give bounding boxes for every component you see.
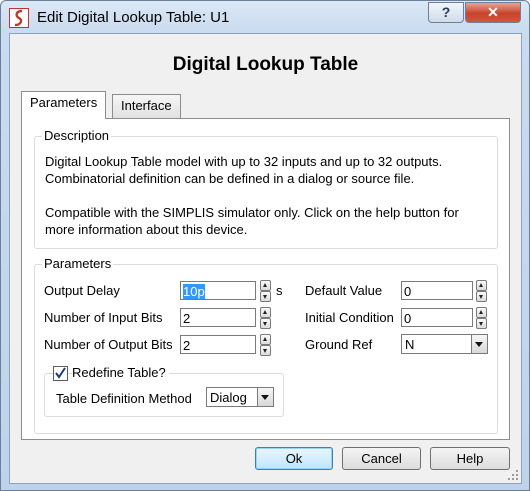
chevron-down-icon[interactable]: [471, 335, 487, 353]
redefine-table-group: Redefine Table? Table Definition Method …: [44, 365, 284, 417]
output-delay-input[interactable]: 10p: [180, 281, 256, 300]
ground-ref-select[interactable]: N: [401, 334, 488, 354]
input-bits-spinner[interactable]: [260, 307, 271, 329]
default-value-label: Default Value: [305, 283, 383, 298]
description-legend: Description: [42, 128, 112, 143]
output-bits-label: Number of Output Bits: [44, 337, 173, 352]
output-delay-unit: s: [276, 283, 283, 298]
dialog-window: Edit Digital Lookup Table: U1 ? ✕ Digita…: [0, 0, 530, 491]
tab-parameters[interactable]: Parameters: [21, 91, 107, 119]
tab-interface[interactable]: Interface: [112, 94, 181, 119]
output-bits-input[interactable]: 2: [180, 335, 256, 354]
redefine-table-checkbox[interactable]: [53, 366, 68, 381]
initial-condition-input[interactable]: 0: [401, 308, 473, 327]
initial-condition-label: Initial Condition: [305, 310, 394, 325]
description-line-2: Combinatorial definition can be defined …: [45, 171, 415, 186]
default-value-input[interactable]: 0: [401, 281, 473, 300]
description-line-4: Compatible with the SIMPLIS simulator on…: [45, 205, 459, 220]
parameters-legend: Parameters: [42, 256, 114, 271]
initial-condition-spinner[interactable]: [476, 307, 487, 329]
description-group: Description Digital Lookup Table model w…: [34, 128, 498, 249]
ground-ref-value: N: [405, 337, 415, 352]
simetrix-app-icon: [9, 8, 29, 28]
ground-ref-label: Ground Ref: [305, 337, 373, 352]
output-bits-spinner[interactable]: [260, 334, 271, 356]
resize-grip-icon[interactable]: [507, 469, 519, 481]
input-bits-input[interactable]: 2: [180, 308, 256, 327]
output-delay-label: Output Delay: [44, 283, 120, 298]
description-line-1: Digital Lookup Table model with up to 32…: [45, 154, 443, 169]
parameters-group: Parameters Output Delay 10p s Number of …: [34, 256, 498, 434]
cancel-button[interactable]: Cancel: [342, 447, 421, 470]
dialog-client-area: Digital Lookup Table Parameters Interfac…: [9, 33, 522, 484]
table-definition-method-label: Table Definition Method: [56, 391, 192, 406]
help-button[interactable]: Help: [430, 447, 510, 470]
output-delay-spinner[interactable]: [260, 280, 271, 302]
title-help-button[interactable]: ?: [428, 2, 464, 23]
ok-button[interactable]: Ok: [255, 447, 333, 470]
parameters-tab-panel: Description Digital Lookup Table model w…: [21, 118, 510, 440]
table-definition-method-select[interactable]: Dialog: [206, 387, 274, 407]
table-definition-method-value: Dialog: [210, 390, 247, 405]
window-title: Edit Digital Lookup Table: U1: [37, 9, 230, 26]
chevron-down-icon[interactable]: [257, 388, 273, 406]
dialog-heading: Digital Lookup Table: [172, 54, 359, 75]
input-bits-label: Number of Input Bits: [44, 310, 163, 325]
description-line-5: more information about this device.: [45, 222, 248, 237]
default-value-spinner[interactable]: [476, 280, 487, 302]
close-button[interactable]: ✕: [465, 2, 521, 23]
redefine-table-label: Redefine Table?: [72, 365, 169, 380]
title-bar[interactable]: Edit Digital Lookup Table: U1 ? ✕: [1, 1, 529, 33]
